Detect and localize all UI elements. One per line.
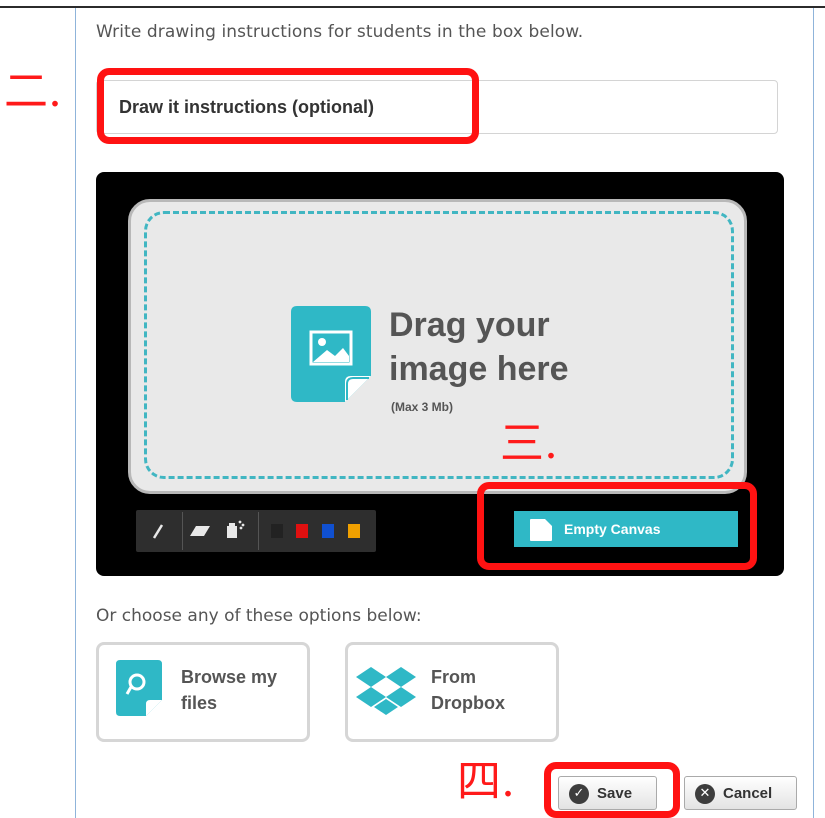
drag-image-title: Drag your image here — [389, 303, 569, 391]
pen-icon[interactable] — [150, 522, 166, 540]
close-icon: ✕ — [695, 784, 715, 804]
dropbox-label-line1: From — [431, 667, 476, 687]
annotation-box-4 — [544, 762, 680, 818]
drag-title-line1: Drag your — [389, 306, 550, 344]
options-prompt: Or choose any of these options below: — [96, 606, 422, 626]
dropbox-icon — [356, 667, 416, 715]
drawing-toolbar — [136, 510, 376, 552]
dropbox-label: From Dropbox — [431, 664, 505, 716]
color-swatch-red[interactable] — [296, 524, 308, 538]
annotation-box-2 — [97, 68, 479, 144]
annotation-label-2: 二. — [4, 66, 62, 117]
max-size-note: (Max 3 Mb) — [391, 400, 454, 414]
color-swatch-blue[interactable] — [322, 524, 334, 538]
color-swatch-black[interactable] — [271, 524, 283, 538]
browse-label-line1: Browse my — [181, 667, 278, 687]
browse-files-icon — [116, 660, 162, 716]
drag-title-line2: image here — [389, 350, 569, 388]
browse-label-line2: files — [181, 693, 218, 713]
dropbox-label-line2: Dropbox — [431, 693, 505, 713]
instructions-prompt: Write drawing instructions for students … — [96, 22, 584, 42]
annotation-label-4: 四. — [457, 756, 515, 807]
cancel-button[interactable]: ✕ Cancel — [684, 776, 797, 810]
annotation-label-3: 三. — [500, 418, 558, 469]
toolbar-divider — [182, 512, 183, 550]
eraser-icon[interactable] — [188, 524, 212, 538]
cancel-label: Cancel — [723, 784, 773, 802]
browse-files-label: Browse my files — [181, 664, 277, 716]
annotation-box-3 — [477, 482, 757, 570]
toolbar-divider — [258, 512, 259, 550]
image-file-icon — [291, 306, 371, 402]
spray-icon[interactable] — [224, 518, 246, 540]
color-swatch-orange[interactable] — [348, 524, 360, 538]
